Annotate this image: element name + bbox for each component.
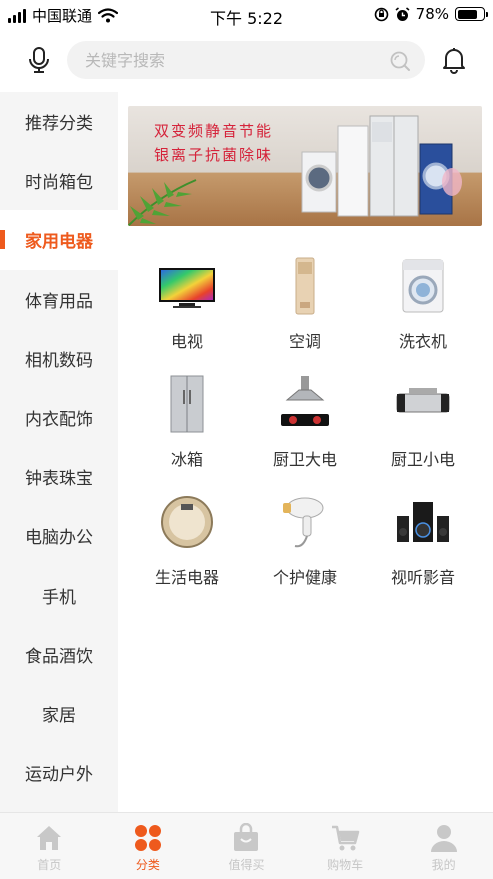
tab-label: 分类 [135, 858, 160, 872]
category-tv[interactable]: 电视 [128, 248, 246, 358]
sidebar-item-food[interactable]: 食品酒饮 [0, 625, 118, 684]
category-home-appliances[interactable]: 生活电器 [128, 484, 246, 594]
sidebar-item-phones[interactable]: 手机 [0, 566, 118, 625]
speaker-system-icon [397, 502, 449, 542]
tab-deals[interactable]: 值得买 [197, 813, 296, 879]
search-icon[interactable] [389, 50, 411, 72]
category-sidebar: 推荐分类 时尚箱包 家用电器 体育用品 相机数码 内衣配饰 钟表珠宝 电脑办公 … [0, 92, 118, 812]
bell-icon[interactable] [441, 46, 467, 74]
sidebar-item-label: 时尚箱包 [25, 173, 93, 194]
category-kitchen-large[interactable]: 厨卫大电 [246, 366, 364, 476]
status-bar: 中国联通 下午 5:22 78% [0, 0, 493, 30]
category-icon [134, 825, 161, 851]
range-hood-icon [281, 376, 329, 426]
category-washing-machine[interactable]: 洗衣机 [364, 248, 482, 358]
sidebar-item-outdoor[interactable]: 运动户外 [0, 743, 118, 802]
sidebar-item-label: 内衣配饰 [25, 410, 93, 431]
category-refrigerator[interactable]: 冰箱 [128, 366, 246, 476]
sidebar-item-home[interactable]: 家居 [0, 684, 118, 743]
sidebar-item-label: 家居 [42, 705, 76, 726]
category-label: 个护健康 [272, 568, 337, 587]
tab-home[interactable]: 首页 [0, 813, 99, 879]
tab-label: 首页 [37, 858, 62, 872]
tab-profile[interactable]: 我的 [394, 813, 493, 879]
search-bar[interactable] [67, 41, 425, 79]
battery-icon [455, 7, 488, 21]
water-purifier-icon [396, 388, 450, 413]
sidebar-item-underwear[interactable]: 内衣配饰 [0, 388, 118, 447]
tab-cart[interactable]: 购物车 [296, 813, 395, 879]
home-icon [37, 826, 62, 850]
sidebar-item-cameras[interactable]: 相机数码 [0, 329, 118, 388]
header [0, 36, 493, 84]
tab-label: 我的 [431, 858, 456, 872]
search-input[interactable] [67, 41, 367, 79]
sidebar-item-label: 运动户外 [25, 765, 93, 786]
category-label: 冰箱 [170, 450, 203, 469]
tab-category[interactable]: 分类 [99, 813, 198, 879]
refrigerator-icon [170, 375, 204, 433]
banner-headline-2: 银离子抗菌除味 [154, 146, 274, 164]
category-label: 视听影音 [390, 568, 455, 587]
category-kitchen-small[interactable]: 厨卫小电 [364, 366, 482, 476]
category-label: 洗衣机 [398, 332, 447, 351]
sidebar-item-label: 手机 [42, 587, 76, 608]
sidebar-item-appliances[interactable]: 家用电器 [0, 210, 118, 270]
palm-leaf-icon [128, 179, 197, 226]
sidebar-item-label: 体育用品 [25, 291, 93, 312]
category-label: 空调 [288, 332, 321, 351]
sidebar-item-watches[interactable]: 钟表珠宝 [0, 447, 118, 506]
tv-icon [159, 268, 215, 308]
category-label: 生活电器 [154, 568, 219, 587]
tab-label: 购物车 [327, 858, 364, 872]
category-audio-video[interactable]: 视听影音 [364, 484, 482, 594]
robot-vacuum-icon [161, 496, 213, 548]
air-conditioner-icon [295, 257, 315, 315]
washing-machine-icon [402, 259, 444, 313]
sidebar-item-bags[interactable]: 时尚箱包 [0, 151, 118, 210]
appliance-lineup-image [301, 115, 462, 217]
sidebar-item-label: 食品酒饮 [25, 646, 93, 667]
sidebar-item-label: 钟表珠宝 [25, 469, 93, 490]
category-label: 厨卫大电 [272, 450, 337, 469]
bottom-tab-bar: 首页 分类 值得买 购物车 我的 [0, 812, 493, 879]
alarm-icon [395, 6, 410, 21]
sidebar-item-label: 相机数码 [25, 350, 93, 371]
sidebar-item-sports[interactable]: 体育用品 [0, 270, 118, 329]
sidebar-item-label: 电脑办公 [25, 528, 93, 549]
category-label: 厨卫小电 [390, 450, 455, 469]
sidebar-item-computers[interactable]: 电脑办公 [0, 506, 118, 565]
tab-label: 值得买 [228, 858, 265, 872]
orientation-lock-icon [374, 7, 388, 21]
promo-banner[interactable]: 双变频静音节能 银离子抗菌除味 [128, 106, 482, 226]
microphone-icon[interactable] [26, 46, 52, 74]
battery-percent: 78% [415, 5, 449, 23]
category-label: 电视 [170, 332, 203, 351]
user-icon [430, 825, 457, 852]
shopping-bag-icon [234, 823, 259, 851]
hair-dryer-icon [283, 497, 324, 548]
category-air-conditioner[interactable]: 空调 [246, 248, 364, 358]
sidebar-item-label: 推荐分类 [25, 114, 93, 135]
cart-icon [332, 825, 360, 851]
category-personal-care[interactable]: 个护健康 [246, 484, 364, 594]
sidebar-item-label: 家用电器 [25, 232, 93, 253]
banner-headline-1: 双变频静音节能 [154, 122, 274, 140]
sidebar-item-recommended[interactable]: 推荐分类 [0, 92, 118, 151]
